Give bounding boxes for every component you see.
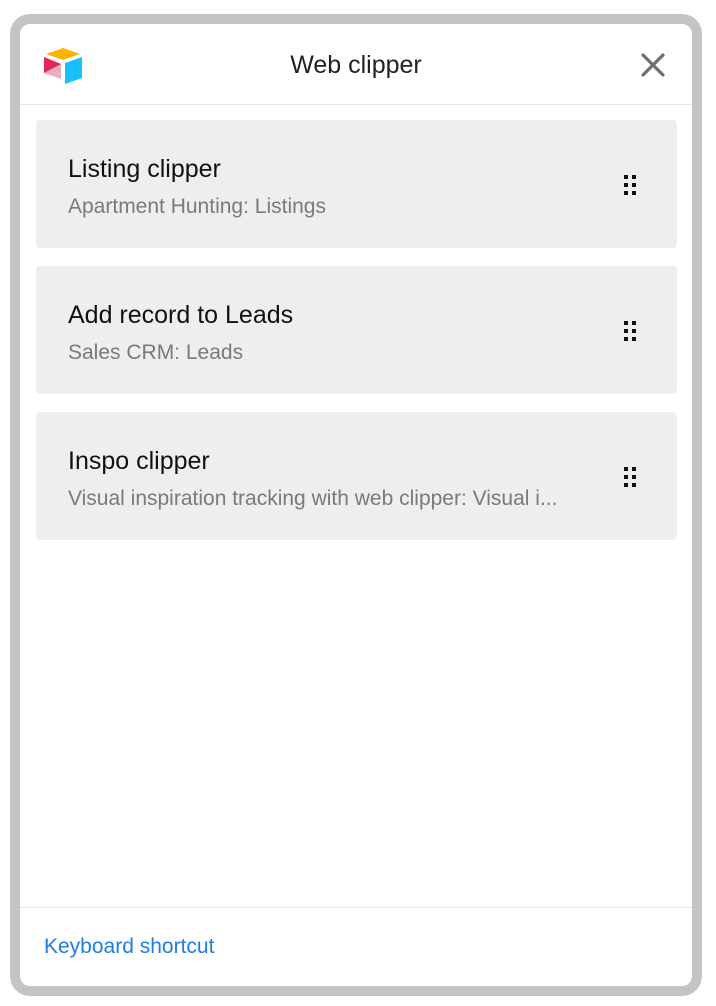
close-icon[interactable] — [638, 50, 668, 80]
clipper-card-leads[interactable]: Add record to Leads Sales CRM: Leads — [36, 266, 677, 394]
panel-footer: Keyboard shortcut — [20, 907, 692, 986]
clipper-subtitle: Apartment Hunting: Listings — [68, 195, 326, 218]
clipper-title: Add record to Leads — [68, 301, 294, 329]
drag-handle-icon[interactable] — [623, 174, 637, 196]
clipper-card-inspo[interactable]: Inspo clipper Visual inspiration trackin… — [36, 412, 677, 540]
clipper-title: Listing clipper — [68, 155, 221, 183]
drag-handle-icon[interactable] — [623, 466, 637, 488]
web-clipper-panel: Web clipper Listing clipper Apartment Hu… — [10, 14, 702, 996]
clipper-title: Inspo clipper — [68, 447, 210, 475]
panel-header: Web clipper — [20, 24, 692, 105]
clipper-card-listing[interactable]: Listing clipper Apartment Hunting: Listi… — [36, 120, 677, 248]
panel-title: Web clipper — [290, 51, 422, 79]
clipper-subtitle: Sales CRM: Leads — [68, 341, 244, 364]
keyboard-shortcut-link[interactable]: Keyboard shortcut — [44, 934, 214, 960]
clipper-list: Listing clipper Apartment Hunting: Listi… — [36, 120, 677, 558]
drag-handle-icon[interactable] — [623, 320, 637, 342]
clipper-subtitle: Visual inspiration tracking with web cli… — [68, 487, 558, 510]
